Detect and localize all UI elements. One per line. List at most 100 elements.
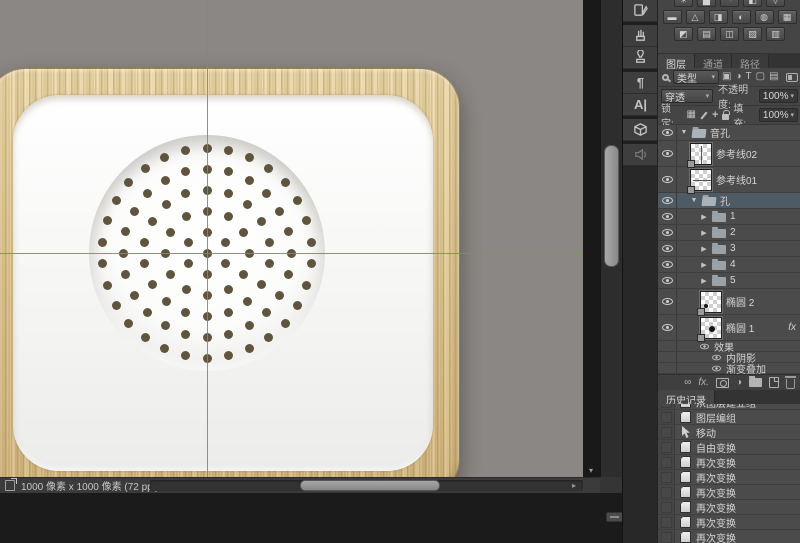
- visibility-cell[interactable]: [658, 209, 677, 224]
- layer-thumbnail[interactable]: [700, 291, 722, 313]
- opacity-value[interactable]: 100%▾: [759, 89, 798, 103]
- collapse-arrow-icon[interactable]: ▼: [690, 197, 698, 204]
- scroll-down-arrow-icon[interactable]: ▾: [584, 466, 598, 476]
- visibility-cell[interactable]: [658, 257, 677, 272]
- effect-name[interactable]: 渐变叠加: [726, 361, 766, 375]
- history-source-well[interactable]: [658, 470, 675, 484]
- new-layer-icon[interactable]: [769, 377, 779, 388]
- adjustment-layer-icon[interactable]: ◑: [736, 377, 742, 388]
- layer-name[interactable]: 4: [730, 259, 736, 270]
- invert-icon[interactable]: ◩: [674, 27, 693, 41]
- 3d-panel-icon[interactable]: [623, 119, 658, 141]
- visibility-cell[interactable]: [658, 125, 677, 140]
- history-step-label[interactable]: 再次变换: [696, 470, 736, 485]
- layer-row[interactable]: ▶2: [658, 225, 800, 241]
- lock-position-icon[interactable]: +: [712, 109, 718, 121]
- delete-layer-icon[interactable]: [786, 379, 795, 389]
- history-source-well[interactable]: [658, 440, 675, 454]
- posterize-icon[interactable]: ▤: [697, 27, 716, 41]
- eye-icon[interactable]: [662, 213, 673, 220]
- clone-source-icon[interactable]: [623, 47, 658, 69]
- vertical-scrollbar-thumb[interactable]: [604, 145, 619, 267]
- history-source-well[interactable]: [658, 500, 675, 514]
- eye-icon[interactable]: [712, 365, 721, 371]
- eye-icon[interactable]: [662, 176, 673, 183]
- history-source-well[interactable]: [658, 485, 675, 499]
- history-step[interactable]: 图层编组: [658, 410, 800, 425]
- eye-icon[interactable]: [662, 229, 673, 236]
- layer-style-icon[interactable]: fx.: [698, 377, 709, 388]
- history-step[interactable]: 自由变换: [658, 440, 800, 455]
- gradient-map-icon[interactable]: ▥: [766, 27, 785, 41]
- layer-row[interactable]: ▼孔: [658, 193, 800, 209]
- visibility-cell[interactable]: [658, 193, 677, 208]
- tab-通道[interactable]: 通道: [695, 54, 732, 68]
- history-step[interactable]: 再次变换: [658, 530, 800, 543]
- add-mask-icon[interactable]: [716, 378, 729, 388]
- vertical-guide[interactable]: [207, 0, 208, 477]
- expand-arrow-icon[interactable]: ▶: [700, 245, 708, 253]
- layer-name[interactable]: 孔: [720, 193, 730, 208]
- curves-icon[interactable]: ◝: [720, 0, 739, 7]
- history-source-well[interactable]: [658, 404, 675, 409]
- history-step-label[interactable]: 再次变换: [696, 530, 736, 543]
- black-white-icon[interactable]: ◨: [709, 10, 728, 24]
- layer-name[interactable]: 参考线02: [716, 146, 757, 161]
- selective-color-icon[interactable]: ▧: [743, 27, 762, 41]
- visibility-cell[interactable]: [658, 315, 677, 340]
- hue-saturation-icon[interactable]: ▬: [663, 10, 682, 24]
- link-layers-icon[interactable]: ∞: [684, 377, 691, 388]
- collapse-arrow-icon[interactable]: ▼: [680, 129, 688, 136]
- photo-filter-icon[interactable]: ◐: [732, 10, 751, 24]
- visibility-cell[interactable]: [658, 241, 677, 256]
- eye-icon[interactable]: [712, 354, 721, 360]
- history-source-well[interactable]: [658, 455, 675, 469]
- layer-name[interactable]: 5: [730, 275, 736, 286]
- horizontal-scrollbar-thumb[interactable]: [300, 480, 440, 491]
- layer-row[interactable]: ▶5: [658, 273, 800, 289]
- eye-icon[interactable]: [662, 129, 673, 136]
- history-step[interactable]: 再次变换: [658, 485, 800, 500]
- scroll-right-arrow-icon[interactable]: ▸: [572, 480, 576, 491]
- visibility-cell[interactable]: [658, 341, 677, 351]
- layer-name[interactable]: 1: [730, 211, 736, 222]
- history-step-label[interactable]: 自由变换: [696, 440, 736, 455]
- history-step-label[interactable]: 再次变换: [696, 455, 736, 470]
- layer-name[interactable]: 2: [730, 227, 736, 238]
- visibility-cell[interactable]: [658, 225, 677, 240]
- layer-row[interactable]: 渐变叠加: [658, 363, 800, 374]
- expand-arrow-icon[interactable]: ▶: [700, 229, 708, 237]
- visibility-cell[interactable]: [658, 167, 677, 192]
- audio-panel-icon[interactable]: [623, 144, 658, 166]
- visibility-cell[interactable]: [658, 352, 677, 362]
- horizontal-guide[interactable]: [0, 253, 583, 254]
- eye-icon[interactable]: [700, 343, 709, 349]
- layer-row[interactable]: ▶4: [658, 257, 800, 273]
- shape-filter-icon[interactable]: ▢: [756, 72, 765, 82]
- tab-history[interactable]: 历史记录: [658, 390, 715, 404]
- document-export-icon[interactable]: [5, 480, 15, 491]
- visibility-cell[interactable]: [658, 141, 677, 166]
- expand-arrow-icon[interactable]: ▶: [700, 261, 708, 269]
- eye-icon[interactable]: [662, 245, 673, 252]
- layer-row[interactable]: 参考线02: [658, 141, 800, 167]
- history-step-label[interactable]: 移动: [696, 425, 716, 440]
- layer-row[interactable]: ▼音孔: [658, 125, 800, 141]
- paragraph-panel-icon[interactable]: ¶: [623, 72, 658, 94]
- brush-presets-icon[interactable]: [623, 25, 658, 47]
- fill-value[interactable]: 100%▾: [759, 108, 798, 122]
- history-step[interactable]: 再次变换: [658, 455, 800, 470]
- smart-object-filter-icon[interactable]: ▤: [769, 72, 778, 82]
- layer-row[interactable]: 参考线01: [658, 167, 800, 193]
- history-source-well[interactable]: [658, 515, 675, 529]
- history-step-label[interactable]: 再次变换: [696, 500, 736, 515]
- eye-icon[interactable]: [662, 324, 673, 331]
- brightness-contrast-icon[interactable]: ☀: [674, 0, 693, 7]
- exposure-icon[interactable]: ◧: [743, 0, 762, 7]
- canvas-viewport[interactable]: [0, 0, 583, 477]
- vertical-scrollbar[interactable]: [600, 0, 622, 477]
- filter-toggle-icon[interactable]: [786, 73, 798, 82]
- lock-pixels-icon[interactable]: [700, 111, 707, 119]
- new-group-icon[interactable]: [749, 378, 762, 387]
- history-source-well[interactable]: [658, 425, 675, 439]
